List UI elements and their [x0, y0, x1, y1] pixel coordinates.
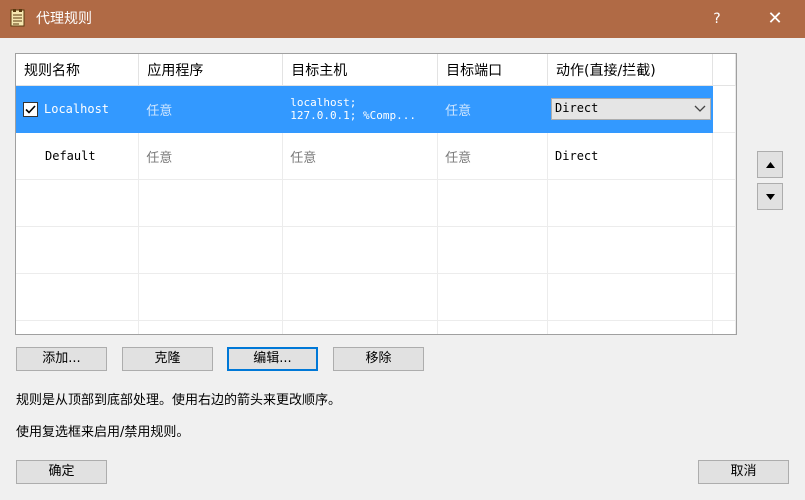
- table-row[interactable]: Localhost 任意 localhost; 127.0.0.1; %Comp…: [16, 85, 736, 133]
- edit-button[interactable]: 编辑...: [227, 347, 318, 371]
- action-dropdown[interactable]: Direct: [551, 98, 712, 120]
- table-row-empty: [16, 273, 736, 321]
- table-header-row: 规则名称 应用程序 目标主机 目标端口 动作(直接/拦截): [16, 54, 736, 86]
- rule-name-cell[interactable]: Localhost: [16, 85, 140, 133]
- target-port-cell[interactable]: 任意: [437, 85, 549, 133]
- target-host-cell[interactable]: 任意: [282, 132, 439, 180]
- clone-button[interactable]: 克隆: [122, 347, 213, 371]
- rule-name: Localhost: [44, 101, 110, 116]
- target-host-cell[interactable]: localhost; 127.0.0.1; %Comp...: [282, 85, 439, 133]
- target-port-cell[interactable]: 任意: [437, 132, 549, 180]
- application-cell[interactable]: 任意: [138, 132, 284, 180]
- title-bar: 代理规则 ? ✕: [0, 0, 805, 38]
- ok-button[interactable]: 确定: [16, 460, 107, 484]
- filler-cell: [712, 132, 736, 180]
- move-down-button[interactable]: [757, 183, 783, 210]
- column-header-filler: [712, 54, 736, 86]
- table-row-empty: [16, 320, 736, 334]
- action-dropdown-value: Direct: [555, 101, 599, 115]
- table-row-empty: [16, 179, 736, 227]
- application-cell[interactable]: 任意: [138, 85, 284, 133]
- rule-name: Default: [45, 149, 96, 163]
- filler-cell: [712, 85, 736, 133]
- info-checkbox-text: 使用复选框来启用/禁用规则。: [16, 425, 190, 440]
- arrow-down-icon: [766, 194, 775, 200]
- target-host-line: 127.0.0.1; %Comp...: [290, 109, 417, 122]
- action-cell[interactable]: Direct: [547, 85, 713, 133]
- cancel-button[interactable]: 取消: [698, 460, 789, 484]
- column-header-target-host[interactable]: 目标主机: [282, 54, 439, 86]
- window-title: 代理规则: [36, 11, 92, 27]
- action-cell[interactable]: Direct: [547, 132, 713, 180]
- close-button[interactable]: ✕: [755, 0, 795, 38]
- rules-table: 规则名称 应用程序 目标主机 目标端口 动作(直接/拦截) Localhost …: [15, 53, 737, 335]
- column-header-action[interactable]: 动作(直接/拦截): [547, 54, 713, 86]
- arrow-up-icon: [766, 162, 775, 168]
- remove-button[interactable]: 移除: [333, 347, 424, 371]
- table-row-empty: [16, 226, 736, 274]
- help-button[interactable]: ?: [700, 0, 734, 38]
- add-button[interactable]: 添加...: [16, 347, 107, 371]
- move-up-button[interactable]: [757, 151, 783, 178]
- table-row[interactable]: Default 任意 任意 任意 Direct: [16, 132, 736, 180]
- target-host-line: localhost;: [290, 96, 357, 109]
- column-header-application[interactable]: 应用程序: [138, 54, 284, 86]
- rule-enabled-checkbox[interactable]: [23, 101, 38, 117]
- app-document-icon: [10, 9, 26, 27]
- column-header-target-port[interactable]: 目标端口: [437, 54, 549, 86]
- info-order-text: 规则是从顶部到底部处理。使用右边的箭头来更改顺序。: [16, 393, 342, 408]
- column-header-rule-name[interactable]: 规则名称: [16, 54, 140, 86]
- chevron-down-icon: [694, 102, 706, 117]
- rule-name-cell[interactable]: Default: [16, 132, 140, 180]
